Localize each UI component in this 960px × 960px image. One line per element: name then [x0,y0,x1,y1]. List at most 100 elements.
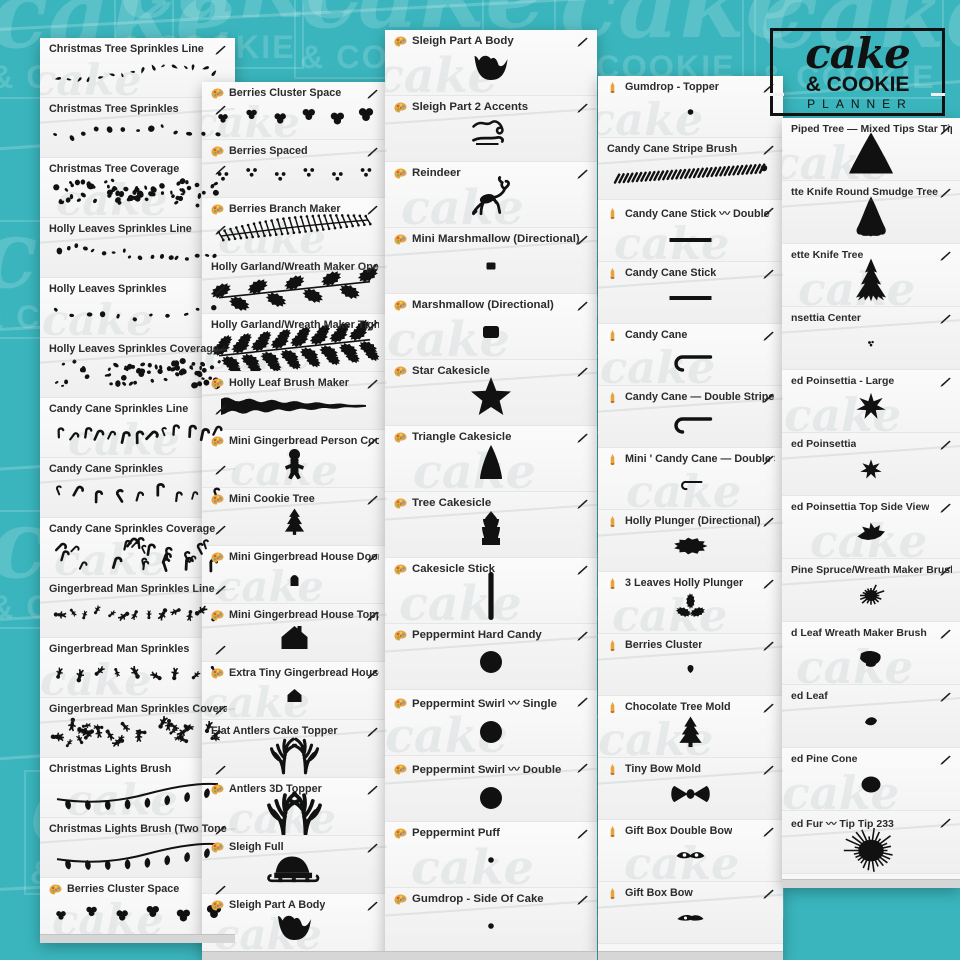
edit-pencil-icon[interactable] [366,494,380,506]
edit-pencil-icon[interactable] [214,524,228,536]
brush-list-item[interactable]: cake& COOKIETriangle Cakesicle [385,426,597,492]
brush-list-item[interactable]: cake& COOKIEed Pine Cone [782,748,960,811]
brush-list-column-3[interactable]: cake& COOKIESleigh Part A BodySleigh Par… [385,30,597,960]
edit-pencil-icon[interactable] [366,726,380,738]
edit-pencil-icon[interactable] [762,454,776,466]
edit-pencil-icon[interactable] [214,104,228,116]
edit-pencil-icon[interactable] [939,376,953,388]
edit-pencil-icon[interactable] [214,464,228,476]
brush-list-item[interactable]: Pine Spruce/Wreath Maker Brush [782,559,960,622]
edit-pencil-icon[interactable] [762,640,776,652]
brush-list-item[interactable]: Holly Plunger (Directional) [598,510,783,572]
brush-list-item[interactable]: cake& COOKIESleigh Part A Body [385,30,597,96]
edit-pencil-icon[interactable] [214,344,228,356]
edit-pencil-icon[interactable] [762,144,776,156]
brush-list-item[interactable]: Gift Box Bow [598,882,783,944]
edit-pencil-icon[interactable] [214,224,228,236]
brush-list-item[interactable]: Peppermint Swirl 〰 Double [385,756,597,822]
edit-pencil-icon[interactable] [214,764,228,776]
column-scrollbar[interactable] [202,951,387,960]
edit-pencil-icon[interactable] [576,234,590,246]
edit-pencil-icon[interactable] [762,392,776,404]
edit-pencil-icon[interactable] [576,696,590,708]
edit-pencil-icon[interactable] [939,313,953,325]
edit-pencil-icon[interactable] [366,262,380,274]
column-scrollbar[interactable] [782,879,960,888]
edit-pencil-icon[interactable] [939,691,953,703]
brush-list-item[interactable]: cake& COOKIEette Knife Tree [782,244,960,307]
edit-pencil-icon[interactable] [939,187,953,199]
brush-list-item[interactable]: Mini Cookie Tree [202,488,387,546]
brush-list-item[interactable]: Candy Cane — Double Stripe [598,386,783,448]
brush-list-item[interactable]: cake& COOKIEGift Box Double Bow [598,820,783,882]
edit-pencil-icon[interactable] [214,704,228,716]
edit-pencil-icon[interactable] [366,610,380,622]
edit-pencil-icon[interactable] [576,300,590,312]
brush-list-item[interactable]: cake& COOKIEChocolate Tree Mold [598,696,783,758]
edit-pencil-icon[interactable] [576,828,590,840]
brush-list-item[interactable]: cake& COOKIEd Leaf Wreath Maker Brush [782,622,960,685]
brush-list-column-5[interactable]: cake& COOKIEPiped Tree — Mixed Tips Star… [782,118,960,888]
brush-list-item[interactable]: cake& COOKIEPeppermint Puff [385,822,597,888]
brush-list-item[interactable]: cake& COOKIEGumdrop - Topper [598,76,783,138]
edit-pencil-icon[interactable] [939,565,953,577]
column-scrollbar[interactable] [385,951,597,960]
edit-pencil-icon[interactable] [214,824,228,836]
edit-pencil-icon[interactable] [214,164,228,176]
edit-pencil-icon[interactable] [939,250,953,262]
edit-pencil-icon[interactable] [366,204,380,216]
edit-pencil-icon[interactable] [366,88,380,100]
brush-list-item[interactable]: tte Knife Round Smudge Tree [782,181,960,244]
brush-list-item[interactable]: cake& COOKIECakesicle Stick [385,558,597,624]
edit-pencil-icon[interactable] [366,842,380,854]
brush-list-item[interactable]: cake& COOKIE3 Leaves Holly Plunger [598,572,783,634]
edit-pencil-icon[interactable] [762,764,776,776]
brush-list-item[interactable]: Gumdrop - Side Of Cake [385,888,597,954]
edit-pencil-icon[interactable] [762,330,776,342]
edit-pencil-icon[interactable] [366,146,380,158]
brush-list-item[interactable]: nsettia Center [782,307,960,370]
brush-list-item[interactable]: Berries Cluster [598,634,783,696]
brush-list-item[interactable]: Sleigh Part 2 Accents [385,96,597,162]
edit-pencil-icon[interactable] [576,36,590,48]
brush-list-item[interactable]: ed Leaf [782,685,960,748]
brush-list-item[interactable]: ed Poinsettia [782,433,960,496]
brush-list-item[interactable]: cake& COOKIEMini ' Candy Cane — Double S… [598,448,783,510]
edit-pencil-icon[interactable] [576,762,590,774]
edit-pencil-icon[interactable] [939,628,953,640]
edit-pencil-icon[interactable] [576,432,590,444]
edit-pencil-icon[interactable] [214,44,228,56]
brush-list-item[interactable]: cake& COOKIESleigh Part A Body [202,894,387,952]
edit-pencil-icon[interactable] [576,894,590,906]
edit-pencil-icon[interactable] [366,784,380,796]
brush-list-item[interactable]: ed Fur 〰 Tip Tip 233 [782,811,960,874]
brush-list-item[interactable]: Star Cakesicle [385,360,597,426]
edit-pencil-icon[interactable] [939,754,953,766]
edit-pencil-icon[interactable] [576,564,590,576]
edit-pencil-icon[interactable] [576,102,590,114]
brush-list-item[interactable]: cake& COOKIEReindeer [385,162,597,228]
edit-pencil-icon[interactable] [576,498,590,510]
column-scrollbar[interactable] [40,934,235,943]
brush-list-item[interactable]: Candy Cane Stripe Brush [598,138,783,200]
brush-list-item[interactable]: cake& COOKIECandy Cane [598,324,783,386]
brush-list-item[interactable]: Mini Marshmallow (Directional) [385,228,597,294]
brush-list-item[interactable]: Tree Cakesicle [385,492,597,558]
edit-pencil-icon[interactable] [939,817,953,829]
edit-pencil-icon[interactable] [576,630,590,642]
brush-list-item[interactable]: cake& COOKIEMini Gingerbread House Door [202,546,387,604]
brush-list-item[interactable]: cake& COOKIEed Poinsettia - Large [782,370,960,433]
edit-pencil-icon[interactable] [214,584,228,596]
edit-pencil-icon[interactable] [366,378,380,390]
edit-pencil-icon[interactable] [762,516,776,528]
edit-pencil-icon[interactable] [939,439,953,451]
edit-pencil-icon[interactable] [366,320,380,332]
brush-list-item[interactable]: cake& COOKIEPeppermint Swirl 〰 Single [385,690,597,756]
brush-list-item[interactable]: Peppermint Hard Candy [385,624,597,690]
edit-pencil-icon[interactable] [214,644,228,656]
edit-pencil-icon[interactable] [576,366,590,378]
edit-pencil-icon[interactable] [214,404,228,416]
edit-pencil-icon[interactable] [762,826,776,838]
edit-pencil-icon[interactable] [576,168,590,180]
edit-pencil-icon[interactable] [366,552,380,564]
